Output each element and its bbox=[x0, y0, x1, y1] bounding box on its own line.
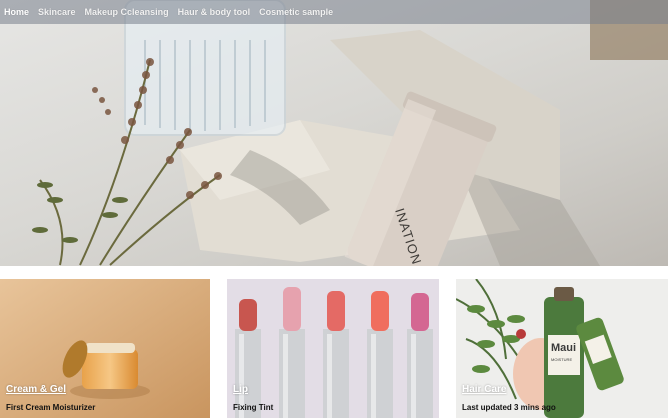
nav-item-skincare[interactable]: Skincare bbox=[38, 7, 76, 17]
category-card-hair-care[interactable]: Maui MOISTURE Hair Care Last updated 3 m… bbox=[456, 279, 668, 418]
cream-jar-image bbox=[0, 279, 210, 418]
nav-item-makeup-cleansing[interactable]: Makeup Ccleansing bbox=[85, 7, 169, 17]
hero-banner: Home Skincare Makeup Ccleansing Haur & b… bbox=[0, 0, 668, 266]
category-link-hair-care[interactable]: Hair Care bbox=[462, 384, 506, 395]
bottle-label-text: MOISTURE bbox=[551, 357, 572, 362]
hero-image: INATION MASK bbox=[32, 0, 668, 266]
card-subtitle: First Cream Moisturizer bbox=[6, 403, 96, 412]
bottle-brand-text: Maui bbox=[551, 342, 576, 354]
nav-item-home[interactable]: Home bbox=[4, 7, 29, 17]
category-link-lip[interactable]: Lip bbox=[233, 384, 248, 395]
lipsticks-image bbox=[227, 279, 439, 418]
top-navigation: Home Skincare Makeup Ccleansing Haur & b… bbox=[0, 0, 668, 24]
nav-item-hair-body-tool[interactable]: Haur & body tool bbox=[178, 7, 251, 17]
card-subtitle: Fixing Tint bbox=[233, 403, 274, 412]
category-card-cream-gel[interactable]: Cream & Gel First Cream Moisturizer bbox=[0, 279, 210, 418]
nav-item-cosmetic-sample[interactable]: Cosmetic sample bbox=[259, 7, 333, 17]
category-card-lip[interactable]: Lip Fixing Tint bbox=[227, 279, 439, 418]
hair-products-image: Maui MOISTURE bbox=[456, 279, 668, 418]
card-subtitle: Last updated 3 mins ago bbox=[462, 403, 556, 412]
category-link-cream-gel[interactable]: Cream & Gel bbox=[6, 384, 66, 395]
